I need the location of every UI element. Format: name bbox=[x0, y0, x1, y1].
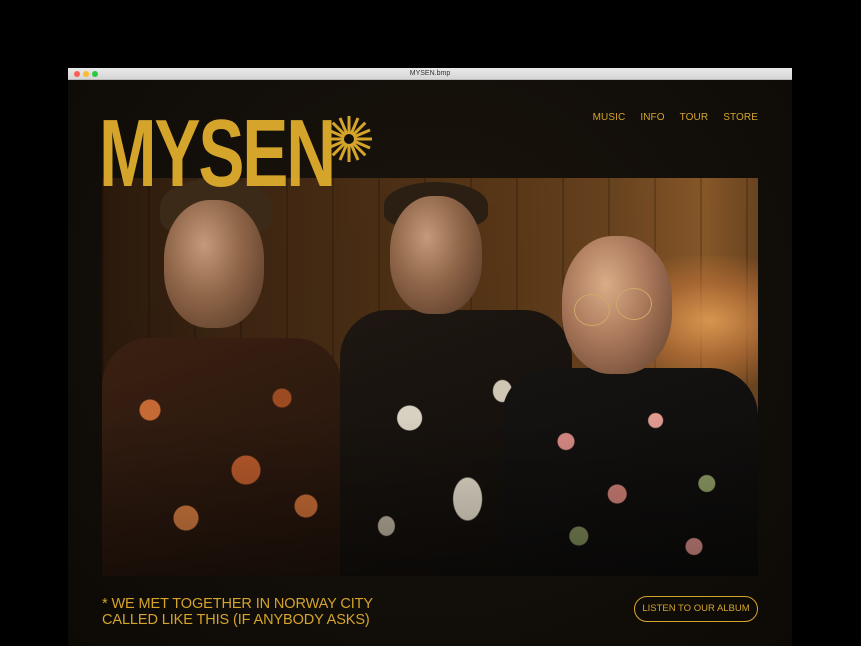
tagline-line-1: * WE MET TOGETHER IN NORWAY CITY bbox=[102, 596, 373, 612]
band-logo[interactable]: MYSEN bbox=[99, 106, 336, 202]
photo-shade bbox=[102, 178, 758, 576]
nav-item-tour[interactable]: TOUR bbox=[680, 112, 709, 123]
window-title: MYSEN.bmp bbox=[409, 70, 451, 77]
band-photo bbox=[102, 178, 758, 576]
nav-item-info[interactable]: INFO bbox=[640, 112, 664, 123]
listen-album-button[interactable]: LISTEN TO OUR ALBUM bbox=[634, 596, 758, 622]
window-titlebar: MYSEN.bmp bbox=[68, 68, 792, 80]
tagline-line-2: CALLED LIKE THIS (IF ANYBODY ASKS) bbox=[102, 612, 370, 628]
main-nav: MUSIC INFO TOUR STORE bbox=[593, 112, 758, 123]
nav-item-store[interactable]: STORE bbox=[723, 112, 758, 123]
asterisk-icon bbox=[326, 116, 372, 162]
band-homepage: MYSEN MUSIC INFO TOUR STORE * WE MET TOG… bbox=[68, 80, 792, 646]
nav-item-music[interactable]: MUSIC bbox=[593, 112, 626, 123]
tagline: * WE MET TOGETHER IN NORWAY CITY CALLED … bbox=[102, 596, 373, 628]
browser-window: MYSEN.bmp MYSEN MUSIC INFO TOUR STORE * … bbox=[68, 68, 792, 646]
